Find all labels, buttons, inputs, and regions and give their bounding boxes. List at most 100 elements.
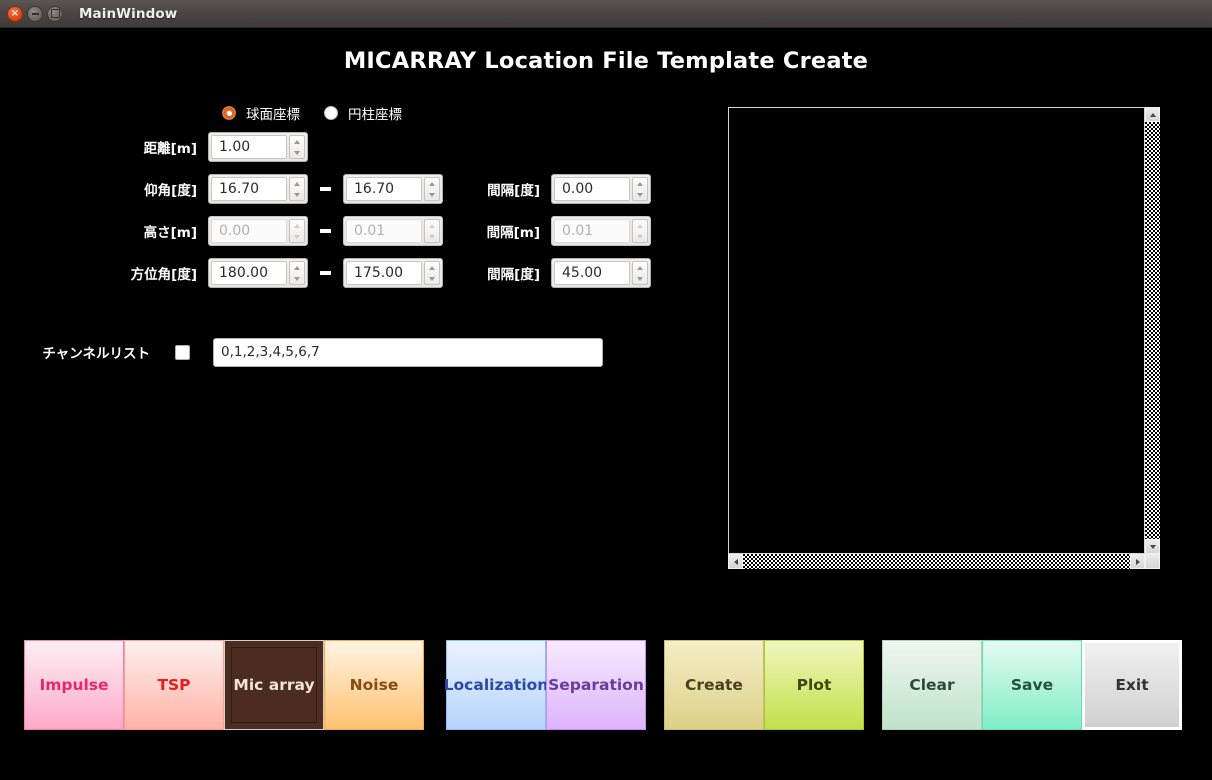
channel-list-input[interactable]: 0,1,2,3,4,5,6,7 bbox=[213, 337, 603, 367]
coordinate-mode-option-1[interactable]: 円柱座標 bbox=[324, 103, 402, 123]
scroll-left-icon[interactable] bbox=[728, 554, 743, 569]
row1-start-spinbox-increment-icon[interactable] bbox=[290, 178, 304, 189]
row1-start-spinbox-value[interactable]: 16.70 bbox=[211, 177, 287, 201]
radio-icon[interactable] bbox=[324, 106, 338, 120]
button-label: Noise bbox=[349, 676, 399, 694]
button-save[interactable]: Save bbox=[982, 640, 1082, 730]
row2-step-spinbox: 0.01 bbox=[551, 216, 651, 246]
plot-canvas[interactable] bbox=[728, 107, 1145, 554]
maximize-icon[interactable] bbox=[47, 5, 63, 22]
form-row-label: 仰角[度] bbox=[144, 183, 197, 199]
range-separator bbox=[320, 187, 331, 191]
row1-step-spinbox-value[interactable]: 0.00 bbox=[554, 177, 630, 201]
button-separation[interactable]: Separation bbox=[546, 640, 646, 730]
row3-end-spinbox-increment-icon[interactable] bbox=[425, 262, 439, 273]
row2-start-spinbox-steppers bbox=[289, 219, 305, 243]
scroll-down-icon[interactable] bbox=[1145, 539, 1160, 554]
row1-end-spinbox[interactable]: 16.70 bbox=[343, 174, 443, 204]
button-face: Clear bbox=[886, 644, 978, 726]
channel-list-row: チャンネルリスト 0,1,2,3,4,5,6,7 bbox=[0, 330, 700, 374]
row3-start-spinbox-decrement-icon[interactable] bbox=[290, 273, 304, 284]
button-label: Mic array bbox=[233, 676, 315, 694]
close-glyph: × bbox=[10, 7, 20, 19]
button-create[interactable]: Create bbox=[664, 640, 764, 730]
form-row-0: 距離[m] 1.00 bbox=[0, 126, 700, 168]
row1-start-spinbox-steppers[interactable] bbox=[289, 177, 305, 201]
form-row-step-label: 間隔[度] bbox=[487, 183, 540, 199]
horizontal-scrollbar[interactable] bbox=[728, 554, 1145, 569]
form-row-step-label: 間隔[m] bbox=[486, 225, 540, 241]
scroll-up-icon[interactable] bbox=[1145, 107, 1160, 122]
coordinate-mode-option-0[interactable]: 球面座標 bbox=[222, 103, 300, 123]
row2-start-spinbox-decrement-icon bbox=[290, 231, 304, 242]
form-rows: 距離[m] 1.00 仰角[度] 16.70 16.70 間隔[度] 0.00 高さ[m] 0.… bbox=[0, 126, 700, 294]
row2-start-spinbox-value: 0.00 bbox=[211, 219, 287, 243]
row2-start-spinbox-increment-icon bbox=[290, 220, 304, 231]
row0-start-spinbox[interactable]: 1.00 bbox=[208, 132, 308, 162]
minimize-icon[interactable] bbox=[27, 5, 43, 22]
button-face: Mic array bbox=[231, 647, 317, 723]
coordinate-mode-label: 球面座標 bbox=[246, 107, 300, 123]
channel-list-checkbox[interactable] bbox=[175, 344, 190, 360]
row0-start-spinbox-increment-icon[interactable] bbox=[290, 136, 304, 147]
row1-end-spinbox-increment-icon[interactable] bbox=[425, 178, 439, 189]
row3-step-spinbox-decrement-icon[interactable] bbox=[633, 273, 647, 284]
button-tsp[interactable]: TSP bbox=[124, 640, 224, 730]
vertical-scrollbar-track[interactable] bbox=[1145, 122, 1160, 539]
row1-end-spinbox-value[interactable]: 16.70 bbox=[346, 177, 422, 201]
row1-end-spinbox-steppers[interactable] bbox=[424, 177, 440, 201]
row3-start-spinbox-increment-icon[interactable] bbox=[290, 262, 304, 273]
form-row-step-label: 間隔[度] bbox=[487, 267, 540, 283]
button-plot[interactable]: Plot bbox=[764, 640, 864, 730]
row3-end-spinbox[interactable]: 175.00 bbox=[343, 258, 443, 288]
button-impulse[interactable]: Impulse bbox=[24, 640, 124, 730]
row0-start-spinbox-decrement-icon[interactable] bbox=[290, 147, 304, 158]
button-label: Clear bbox=[909, 676, 955, 694]
row3-start-spinbox[interactable]: 180.00 bbox=[208, 258, 308, 288]
button-mic-array[interactable]: Mic array bbox=[224, 640, 324, 730]
radio-icon[interactable] bbox=[222, 106, 236, 120]
button-face: TSP bbox=[128, 644, 220, 726]
window-titlebar: × MainWindow bbox=[0, 0, 1212, 28]
row3-start-spinbox-value[interactable]: 180.00 bbox=[211, 261, 287, 285]
row0-start-spinbox-value[interactable]: 1.00 bbox=[211, 135, 287, 159]
window-title: MainWindow bbox=[79, 5, 178, 22]
horizontal-scrollbar-track[interactable] bbox=[743, 554, 1130, 569]
row3-start-spinbox-steppers[interactable] bbox=[289, 261, 305, 285]
range-separator bbox=[320, 271, 331, 275]
row1-step-spinbox[interactable]: 0.00 bbox=[551, 174, 651, 204]
row2-step-spinbox-increment-icon bbox=[633, 220, 647, 231]
row3-step-spinbox-steppers[interactable] bbox=[632, 261, 648, 285]
row0-start-spinbox-steppers[interactable] bbox=[289, 135, 305, 159]
row3-step-spinbox[interactable]: 45.00 bbox=[551, 258, 651, 288]
row1-start-spinbox-decrement-icon[interactable] bbox=[290, 189, 304, 200]
row3-end-spinbox-steppers[interactable] bbox=[424, 261, 440, 285]
row3-end-spinbox-decrement-icon[interactable] bbox=[425, 273, 439, 284]
button-label: Plot bbox=[796, 676, 832, 694]
row2-start-spinbox: 0.00 bbox=[208, 216, 308, 246]
form-row-label: 方位角[度] bbox=[130, 267, 197, 283]
row1-step-spinbox-steppers[interactable] bbox=[632, 177, 648, 201]
row1-step-spinbox-increment-icon[interactable] bbox=[633, 178, 647, 189]
row3-step-spinbox-increment-icon[interactable] bbox=[633, 262, 647, 273]
button-exit[interactable]: Exit bbox=[1082, 640, 1182, 730]
row1-start-spinbox[interactable]: 16.70 bbox=[208, 174, 308, 204]
close-icon[interactable]: × bbox=[7, 5, 23, 22]
vertical-scrollbar[interactable] bbox=[1145, 107, 1160, 554]
row3-step-spinbox-value[interactable]: 45.00 bbox=[554, 261, 630, 285]
button-clear[interactable]: Clear bbox=[882, 640, 982, 730]
row1-end-spinbox-decrement-icon[interactable] bbox=[425, 189, 439, 200]
form-row-2: 高さ[m] 0.00 0.01 間隔[m] 0.01 bbox=[0, 210, 700, 252]
scroll-right-icon[interactable] bbox=[1130, 554, 1145, 569]
button-noise[interactable]: Noise bbox=[324, 640, 424, 730]
row1-step-spinbox-decrement-icon[interactable] bbox=[633, 189, 647, 200]
button-bar: Impulse TSP Mic array Noise Localization Sepa… bbox=[0, 640, 1212, 732]
process-group: Localization Separation bbox=[444, 640, 646, 730]
row2-end-spinbox-value: 0.01 bbox=[346, 219, 422, 243]
button-localization[interactable]: Localization bbox=[444, 640, 548, 730]
row3-end-spinbox-value[interactable]: 175.00 bbox=[346, 261, 422, 285]
row2-end-spinbox-steppers bbox=[424, 219, 440, 243]
channel-list-label: チャンネルリスト bbox=[42, 346, 150, 362]
button-label: Impulse bbox=[39, 676, 109, 694]
row2-end-spinbox: 0.01 bbox=[343, 216, 443, 246]
